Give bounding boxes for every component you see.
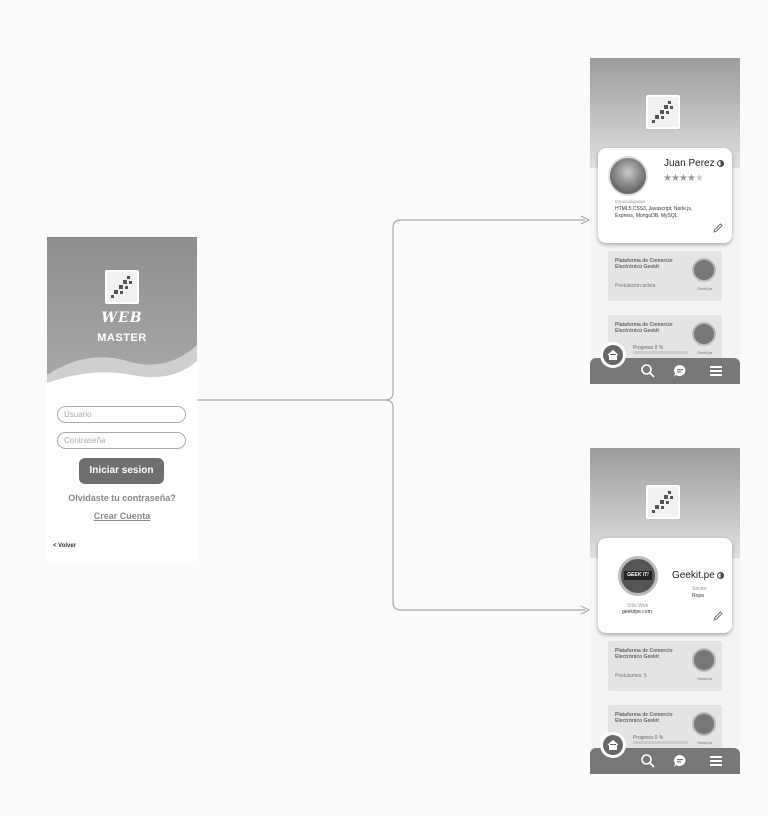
company-logo-icon bbox=[692, 648, 716, 672]
website-value[interactable]: geekitpe.com bbox=[622, 609, 652, 615]
menu-icon[interactable] bbox=[708, 363, 724, 379]
edit-icon[interactable] bbox=[712, 222, 724, 234]
status-toggle-icon[interactable] bbox=[716, 571, 724, 579]
company-logo-label: Geekit.pe bbox=[697, 741, 713, 745]
company-logo-icon bbox=[692, 712, 716, 736]
applicants-count: Postulantes: 5 bbox=[615, 673, 647, 679]
login-screen: WEB MASTER Iniciar sesion Olvidaste tu c… bbox=[47, 237, 197, 561]
home-button[interactable] bbox=[600, 732, 626, 758]
company-name: Geekit.pe bbox=[672, 570, 724, 581]
status-toggle-icon[interactable] bbox=[716, 159, 724, 167]
sector-label: Sector bbox=[692, 586, 707, 592]
company-profile-screen: GEEK IT! Geekit.pe Sector Ropa Sitio Web… bbox=[590, 448, 740, 774]
company-logo-icon bbox=[692, 258, 716, 282]
company-card: GEEK IT! Geekit.pe Sector Ropa Sitio Web… bbox=[598, 538, 732, 633]
login-button[interactable]: Iniciar sesion bbox=[79, 458, 164, 484]
job-card[interactable]: Plataforma de Comercio Electrónico Geeki… bbox=[608, 251, 722, 301]
search-icon[interactable] bbox=[640, 363, 656, 379]
skills-text: HTML5,CSS3, Javascript, Node.js, Express… bbox=[615, 206, 693, 219]
forgot-password-link[interactable]: Olvidaste tu contraseña? bbox=[47, 493, 197, 503]
job-status: Postulacion activa bbox=[615, 283, 656, 289]
login-header: WEB MASTER bbox=[47, 237, 197, 387]
chat-icon[interactable] bbox=[672, 753, 688, 769]
logo-icon bbox=[646, 485, 680, 519]
username-input[interactable] bbox=[57, 406, 186, 423]
logo-icon bbox=[646, 95, 680, 129]
developer-profile-screen: Juan Perez ★★★★★ Especialidades HTML5,CS… bbox=[590, 58, 740, 384]
company-logo-icon: GEEK IT! bbox=[618, 556, 658, 596]
skills-label: Especialidades bbox=[615, 199, 646, 204]
home-icon bbox=[607, 349, 619, 360]
password-input[interactable] bbox=[57, 432, 186, 449]
job-title: Plataforma de Comercio Electrónico Geeki… bbox=[615, 648, 673, 660]
company-logo-icon bbox=[692, 322, 716, 346]
logo-icon bbox=[105, 270, 139, 304]
sector-value: Ropa bbox=[692, 593, 704, 599]
job-title: Plataforma de Comercio Electrónico Geeki… bbox=[615, 322, 673, 334]
home-button[interactable] bbox=[600, 342, 626, 368]
chat-icon[interactable] bbox=[672, 363, 688, 379]
edit-icon[interactable] bbox=[712, 610, 724, 622]
brand-web: WEB bbox=[101, 310, 143, 326]
brand-master: MASTER bbox=[97, 332, 147, 344]
company-logo-label: Geekit.pe bbox=[697, 351, 713, 355]
avatar[interactable] bbox=[608, 156, 648, 196]
search-icon[interactable] bbox=[640, 753, 656, 769]
progress-bar bbox=[633, 351, 688, 354]
menu-icon[interactable] bbox=[708, 753, 724, 769]
create-account-link[interactable]: Crear Cuenta bbox=[47, 511, 197, 521]
profile-card: Juan Perez ★★★★★ Especialidades HTML5,CS… bbox=[598, 148, 732, 243]
company-logo-label: Geekit.pe bbox=[697, 677, 713, 681]
job-card[interactable]: Plataforma de Comercio Electrónico Geeki… bbox=[608, 641, 722, 691]
home-icon bbox=[607, 739, 619, 750]
back-link[interactable]: < Volver bbox=[53, 543, 76, 549]
progress-bar bbox=[633, 741, 688, 744]
rating-stars: ★★★★★ bbox=[663, 173, 704, 184]
profile-name: Juan Perez bbox=[664, 158, 724, 169]
job-title: Plataforma de Comercio Electrónico Geeki… bbox=[615, 712, 673, 724]
company-logo-label: Geekit.pe bbox=[697, 287, 713, 291]
job-title: Plataforma de Comercio Electrónico Geeki… bbox=[615, 258, 673, 270]
